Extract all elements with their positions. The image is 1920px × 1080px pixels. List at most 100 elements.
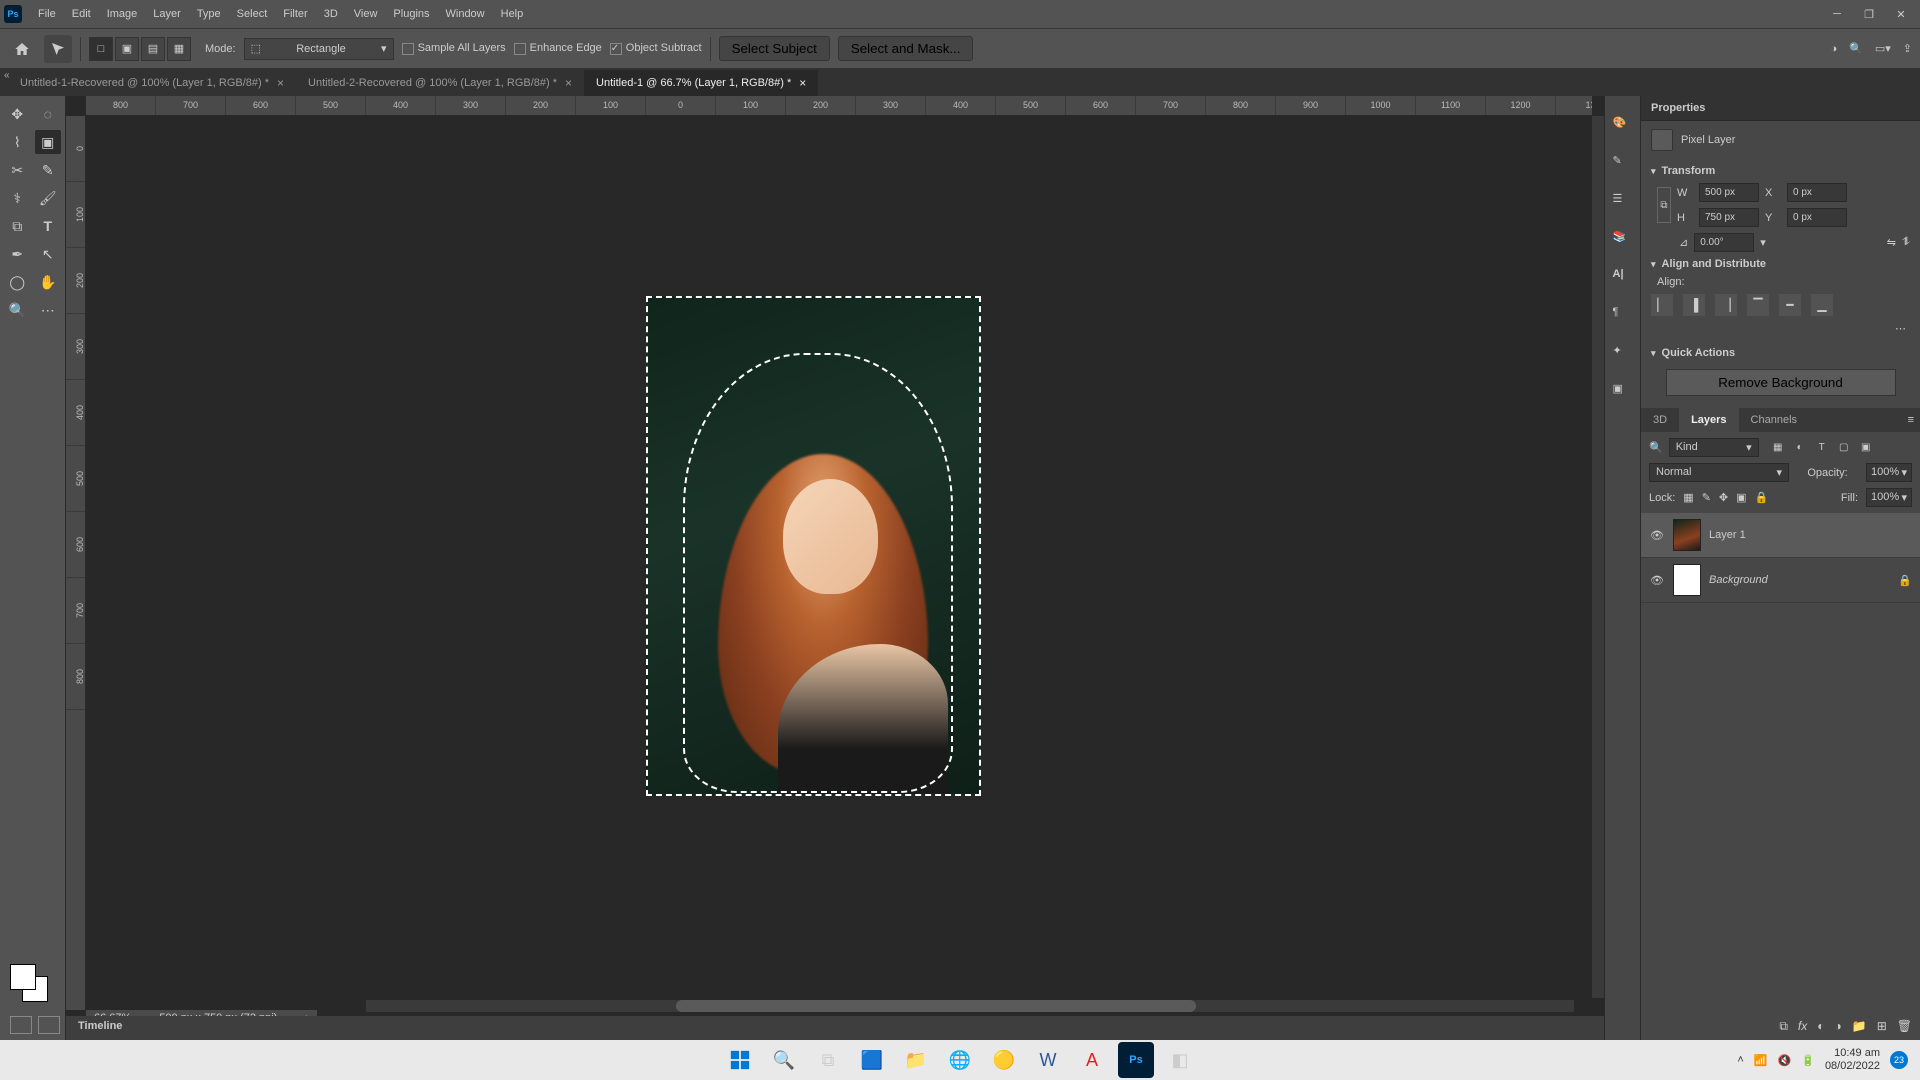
opacity-input[interactable]: 100%▾ [1866,463,1912,482]
shape-tool[interactable]: ◯ [4,270,31,294]
task-view-button[interactable]: ⧉ [810,1042,846,1078]
menu-plugins[interactable]: Plugins [385,0,437,28]
layer-thumbnail[interactable] [1673,519,1701,551]
paragraph-panel-icon[interactable]: ¶ [1613,306,1633,326]
file-explorer-button[interactable]: 📁 [898,1042,934,1078]
actions-panel-icon[interactable]: ✦ [1613,344,1633,364]
other-app-button[interactable]: ◧ [1162,1042,1198,1078]
horizontal-scrollbar[interactable] [366,1000,1574,1012]
layer-thumbnail[interactable] [1673,564,1701,596]
height-input[interactable]: 750 px [1699,208,1759,227]
width-input[interactable]: 500 px [1699,183,1759,202]
panel-menu-icon[interactable]: ≡ [1902,408,1920,432]
remove-background-button[interactable]: Remove Background [1666,369,1896,396]
smart-filter-icon[interactable]: ▣ [1859,441,1873,455]
link-dimensions-icon[interactable]: ⧉ [1657,187,1671,223]
chrome-button[interactable]: 🟡 [986,1042,1022,1078]
menu-help[interactable]: Help [493,0,532,28]
layers-tab[interactable]: Layers [1679,408,1738,432]
menu-image[interactable]: Image [99,0,146,28]
eyedropper-tool[interactable]: ✎ [35,158,62,182]
select-and-mask-button[interactable]: Select and Mask... [838,36,974,61]
flip-horizontal-icon[interactable]: ⇋ [1887,236,1896,249]
layer-row[interactable]: 👁 Background 🔒 [1641,558,1920,603]
standard-mode[interactable] [10,1016,32,1034]
new-selection-button[interactable]: □ [89,37,113,61]
object-subtract-checkbox[interactable]: Object Subtract [610,42,702,54]
3d-tab[interactable]: 3D [1641,408,1679,432]
canvas-image[interactable] [646,296,981,796]
panel-expand-icon[interactable]: « [4,70,10,81]
shape-filter-icon[interactable]: ▢ [1837,441,1851,455]
battery-icon[interactable]: 🔋 [1801,1054,1815,1067]
photoshop-button[interactable]: Ps [1118,1042,1154,1078]
flip-vertical-icon[interactable]: ⥮ [1902,236,1910,249]
volume-icon[interactable]: 🔇 [1778,1054,1792,1067]
color-panel-icon[interactable]: 🎨 [1613,116,1633,136]
menu-type[interactable]: Type [189,0,229,28]
tab-close-icon[interactable]: × [799,76,806,90]
maximize-button[interactable]: ❐ [1854,4,1884,24]
tool-preset[interactable] [44,35,72,63]
channels-tab[interactable]: Channels [1739,408,1809,432]
fill-input[interactable]: 100%▾ [1866,488,1912,507]
menu-window[interactable]: Window [438,0,493,28]
acrobat-button[interactable]: A [1074,1042,1110,1078]
menu-select[interactable]: Select [229,0,276,28]
group-layers-icon[interactable]: 📁 [1852,1019,1867,1034]
clone-tool[interactable]: ⧉ [4,214,31,238]
foreground-color[interactable] [10,964,36,990]
menu-layer[interactable]: Layer [145,0,189,28]
notification-badge[interactable]: 23 [1890,1051,1908,1069]
workspace-switcher[interactable]: ▭▾ [1875,42,1891,55]
menu-view[interactable]: View [346,0,386,28]
quick-mask-mode[interactable] [38,1016,60,1034]
search-button[interactable]: 🔍 [766,1042,802,1078]
document-tab[interactable]: Untitled-1 @ 66.7% (Layer 1, RGB/8#) *× [584,70,818,96]
menu-file[interactable]: File [30,0,64,28]
blend-mode-select[interactable]: Normal▾ [1649,463,1789,482]
align-section-header[interactable]: Align and Distribute [1651,252,1910,276]
hand-tool[interactable]: ✋ [35,270,62,294]
type-tool[interactable]: T [35,214,62,238]
clock[interactable]: 10:49 am 08/02/2022 [1825,1047,1880,1073]
edit-toolbar[interactable]: ⋯ [35,298,62,322]
tab-close-icon[interactable]: × [565,76,572,90]
align-top-button[interactable]: ▔ [1747,294,1769,316]
windows-taskbar[interactable]: 🔍 ⧉ 🟦 📁 🌐 🟡 W A Ps ◧ ˄ 📶 🔇 🔋 10:49 am 08… [0,1040,1920,1080]
layer-name[interactable]: Background [1709,574,1768,586]
type-filter-icon[interactable]: T [1815,441,1829,455]
document-tab[interactable]: Untitled-1-Recovered @ 100% (Layer 1, RG… [8,70,296,96]
home-button[interactable] [8,35,36,63]
menu-3d[interactable]: 3D [316,0,346,28]
move-tool[interactable]: ✥ [4,102,31,126]
align-left-button[interactable]: ▏ [1651,294,1673,316]
link-layers-icon[interactable]: ⧉ [1779,1019,1788,1034]
adjustments-panel-icon[interactable]: ☰ [1613,192,1633,212]
object-selection-tool[interactable]: ▣ [35,130,62,154]
x-input[interactable]: 0 px [1787,183,1847,202]
layer-row[interactable]: 👁 Layer 1 [1641,513,1920,558]
cloud-docs-icon[interactable]: ◑ [1831,43,1838,55]
close-button[interactable]: ✕ [1886,4,1916,24]
menu-edit[interactable]: Edit [64,0,99,28]
mode-select[interactable]: ⬚ Rectangle ▾ [244,38,394,60]
lock-position-icon[interactable]: ✥ [1719,491,1728,504]
swatches-panel-icon[interactable]: ✎ [1613,154,1633,174]
quick-actions-header[interactable]: Quick Actions [1651,341,1910,365]
rotation-input[interactable]: 0.00° [1694,233,1754,252]
pen-tool[interactable]: ✒ [4,242,31,266]
rotation-preset-icon[interactable]: ▾ [1760,236,1766,249]
intersect-selection-button[interactable]: ▦ [167,37,191,61]
healing-tool[interactable]: ⚕ [4,186,31,210]
properties-tab[interactable]: Properties [1641,96,1920,121]
adjustment-layer-icon[interactable]: ◑ [1835,1019,1842,1034]
visibility-toggle[interactable]: 👁 [1649,529,1665,542]
canvas[interactable]: 800 700 600 500 400 300 200 100 0 100 20… [66,96,1604,1040]
subtract-selection-button[interactable]: ▤ [141,37,165,61]
align-right-button[interactable]: ▕ [1715,294,1737,316]
marquee-tool[interactable]: ◌ [35,102,62,126]
kind-filter-select[interactable]: Kind▾ [1669,438,1759,457]
libraries-panel-icon[interactable]: 📚 [1613,230,1633,250]
edge-button[interactable]: 🌐 [942,1042,978,1078]
